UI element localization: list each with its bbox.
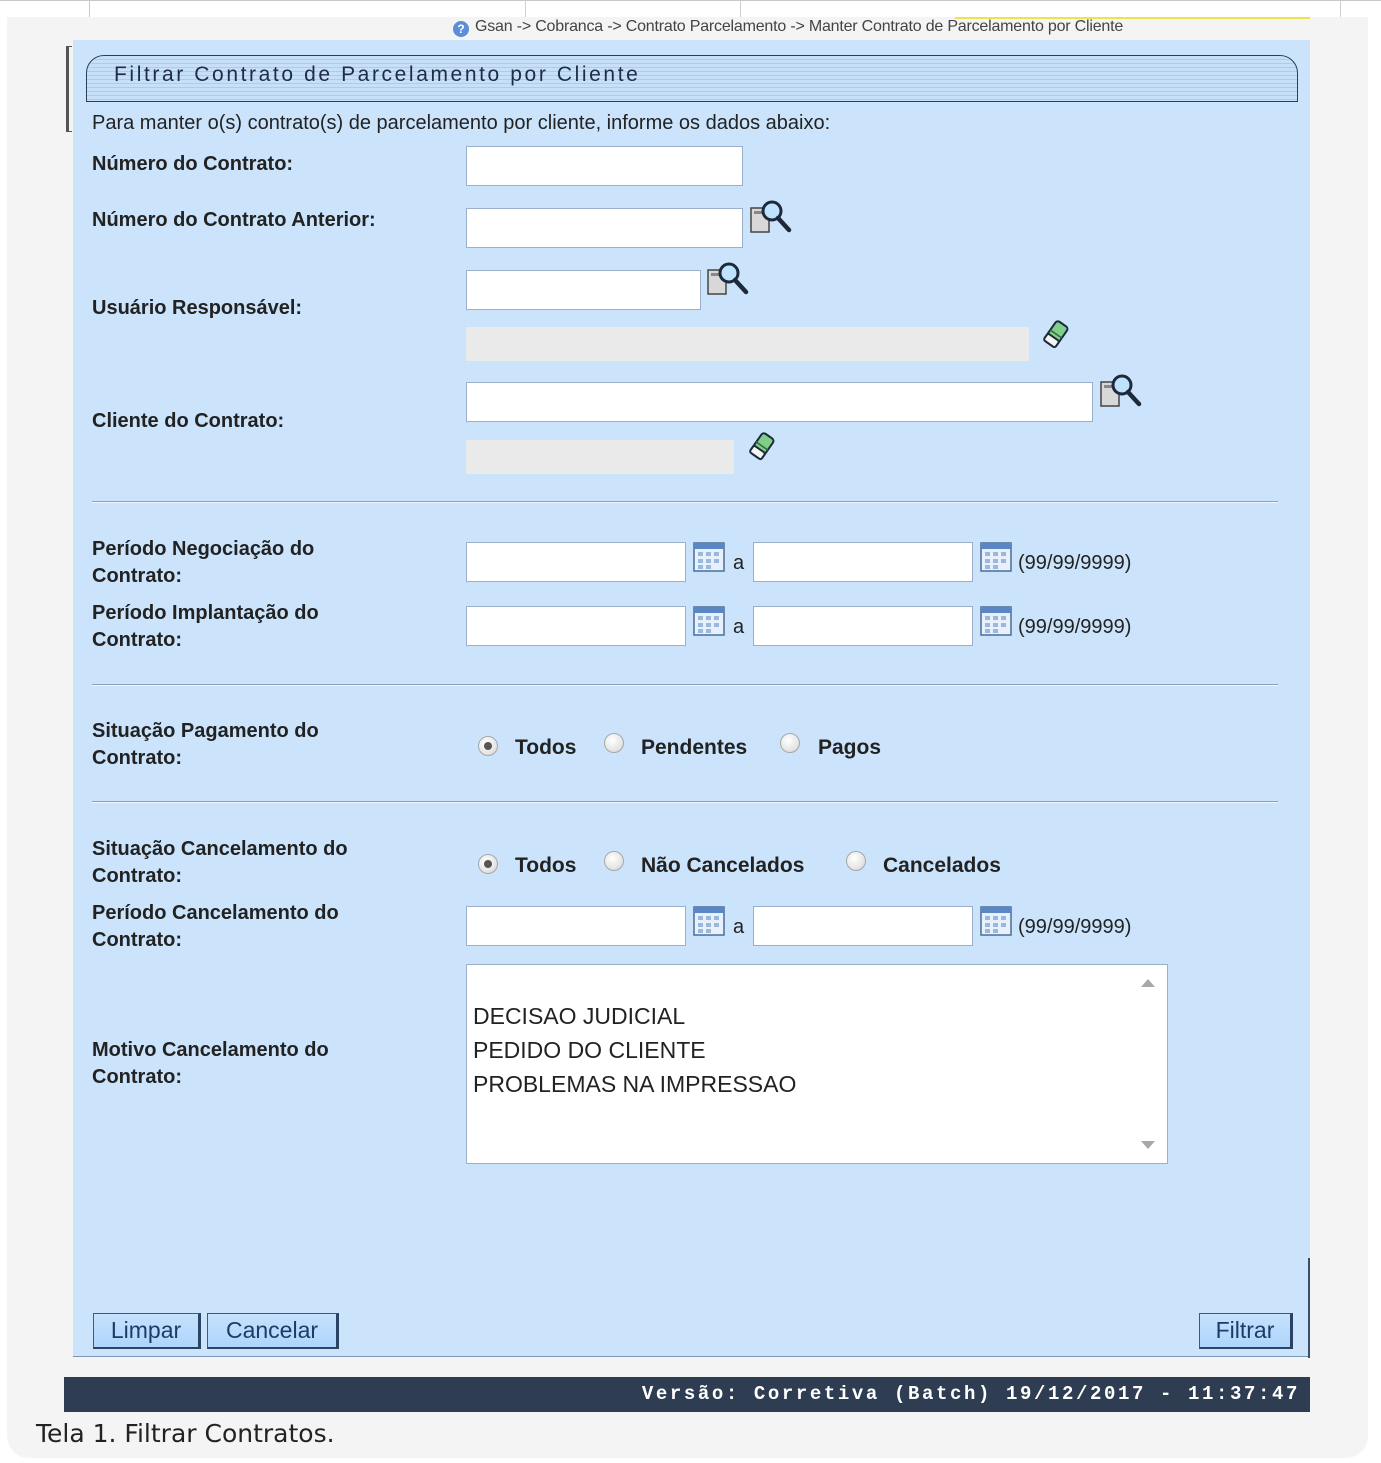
periodo-implantacao-label: Período Implantação do Contrato: <box>92 600 319 654</box>
motivo-cancelamento-label-line1: Motivo Cancelamento do <box>92 1039 329 1061</box>
version-footer: Versão: Corretiva (Batch) 19/12/2017 - 1… <box>64 1377 1310 1412</box>
pagamento-pendentes-label: Pendentes <box>641 736 748 759</box>
usuario-responsavel-label: Usuário Responsável: <box>92 297 303 319</box>
cancelamento-todos-label: Todos <box>515 854 577 877</box>
situacao-cancelamento-label-line2: Contrato: <box>92 865 182 887</box>
situacao-pagamento-label: Situação Pagamento do Contrato: <box>92 718 319 772</box>
cliente-contrato-description <box>466 440 734 474</box>
periodo-negociacao-label: Período Negociação do Contrato: <box>92 536 314 590</box>
usuario-responsavel-input[interactable] <box>466 270 701 310</box>
periodo-cancelamento-start-input[interactable] <box>466 906 686 946</box>
calendar-icon[interactable] <box>980 541 1012 573</box>
intro-text: Para manter o(s) contrato(s) de parcelam… <box>92 112 831 134</box>
cancelamento-nao-cancelados-radio[interactable] <box>604 851 624 871</box>
list-item[interactable]: DECISAO JUDICIAL <box>473 999 796 1033</box>
periodo-negociacao-label-line2: Contrato: <box>92 565 182 587</box>
section-divider <box>92 684 1278 686</box>
panel-bracket <box>66 46 72 132</box>
page-title: Filtrar Contrato de Parcelamento por Cli… <box>114 63 641 86</box>
periodo-separator: a <box>733 616 745 638</box>
limpar-button[interactable]: Limpar <box>93 1313 201 1349</box>
top-rule-segment <box>1340 0 1341 17</box>
section-divider <box>92 801 1278 803</box>
eraser-icon[interactable] <box>744 428 780 464</box>
cliente-contrato-label: Cliente do Contrato: <box>92 410 285 432</box>
list-item[interactable]: PROBLEMAS NA IMPRESSAO <box>473 1067 796 1101</box>
list-item[interactable]: PEDIDO DO CLIENTE <box>473 1033 796 1067</box>
periodo-negociacao-label-line1: Período Negociação do <box>92 538 315 560</box>
version-text: Versão: Corretiva (Batch) 19/12/2017 - 1… <box>641 1383 1300 1405</box>
motivo-cancelamento-label-line2: Contrato: <box>92 1066 182 1088</box>
situacao-cancelamento-label-line1: Situação Cancelamento do <box>92 838 348 860</box>
pagamento-pagos-radio[interactable] <box>780 733 800 753</box>
periodo-cancelamento-end-input[interactable] <box>753 906 973 946</box>
periodo-negociacao-end-input[interactable] <box>753 542 973 582</box>
calendar-icon[interactable] <box>980 905 1012 937</box>
motivo-cancelamento-listbox[interactable]: DECISAO JUDICIAL PEDIDO DO CLIENTE PROBL… <box>466 964 1168 1164</box>
top-rule <box>0 0 1381 1</box>
pagamento-todos-radio[interactable] <box>478 736 498 756</box>
pagamento-todos-label: Todos <box>515 736 577 759</box>
magnifier-icon[interactable] <box>705 258 749 302</box>
calendar-icon[interactable] <box>693 905 725 937</box>
periodo-cancelamento-label-line1: Período Cancelamento do <box>92 902 339 924</box>
top-rule-segment <box>740 0 741 17</box>
motivo-cancelamento-label: Motivo Cancelamento do Contrato: <box>92 1037 329 1091</box>
situacao-pagamento-label-line2: Contrato: <box>92 747 182 769</box>
periodo-implantacao-end-input[interactable] <box>753 606 973 646</box>
top-rule-segment <box>0 0 90 17</box>
breadcrumb-text: Gsan -> Cobranca -> Contrato Parcelament… <box>475 18 1124 35</box>
panel-edge <box>1308 1258 1310 1358</box>
usuario-responsavel-description <box>466 327 1029 361</box>
calendar-icon[interactable] <box>693 541 725 573</box>
numero-contrato-anterior-label: Número do Contrato Anterior: <box>92 209 376 231</box>
numero-contrato-label: Número do Contrato: <box>92 153 294 175</box>
periodo-cancelamento-label: Período Cancelamento do Contrato: <box>92 900 339 954</box>
section-divider <box>92 501 1278 503</box>
figure-caption: Tela 1. Filtrar Contratos. <box>36 1419 335 1448</box>
periodo-implantacao-start-input[interactable] <box>466 606 686 646</box>
numero-contrato-anterior-input[interactable] <box>466 208 743 248</box>
situacao-pagamento-label-line1: Situação Pagamento do <box>92 720 319 742</box>
date-format-hint: (99/99/9999) <box>1018 616 1132 638</box>
scroll-down-arrow-icon[interactable] <box>1141 1141 1155 1149</box>
cancelamento-cancelados-radio[interactable] <box>846 851 866 871</box>
listbox-options: DECISAO JUDICIAL PEDIDO DO CLIENTE PROBL… <box>473 999 796 1101</box>
periodo-separator: a <box>733 916 745 938</box>
scroll-up-arrow-icon[interactable] <box>1141 979 1155 987</box>
calendar-icon[interactable] <box>693 605 725 637</box>
date-format-hint: (99/99/9999) <box>1018 916 1132 938</box>
cancelamento-nao-cancelados-label: Não Cancelados <box>641 854 805 877</box>
cancelamento-cancelados-label: Cancelados <box>883 854 1001 877</box>
eraser-icon[interactable] <box>1038 316 1074 352</box>
periodo-implantacao-label-line2: Contrato: <box>92 629 182 651</box>
magnifier-icon[interactable] <box>1098 370 1142 414</box>
numero-contrato-input[interactable] <box>466 146 743 186</box>
cancelar-button[interactable]: Cancelar <box>207 1313 339 1349</box>
pagamento-pendentes-radio[interactable] <box>604 733 624 753</box>
date-format-hint: (99/99/9999) <box>1018 552 1132 574</box>
help-icon[interactable]: ? <box>453 21 469 37</box>
pagamento-pagos-label: Pagos <box>818 736 882 759</box>
calendar-icon[interactable] <box>980 605 1012 637</box>
cancelamento-todos-radio[interactable] <box>478 854 498 874</box>
breadcrumb: ? Gsan -> Cobranca -> Contrato Parcelamen… <box>453 18 1123 38</box>
filtrar-button[interactable]: Filtrar <box>1199 1313 1293 1349</box>
periodo-negociacao-start-input[interactable] <box>466 542 686 582</box>
periodo-separator: a <box>733 552 745 574</box>
situacao-cancelamento-label: Situação Cancelamento do Contrato: <box>92 836 348 890</box>
magnifier-icon[interactable] <box>748 196 792 240</box>
top-rule-segment <box>525 0 526 17</box>
periodo-cancelamento-label-line2: Contrato: <box>92 929 182 951</box>
periodo-implantacao-label-line1: Período Implantação do <box>92 602 319 624</box>
cliente-contrato-input[interactable] <box>466 382 1093 422</box>
